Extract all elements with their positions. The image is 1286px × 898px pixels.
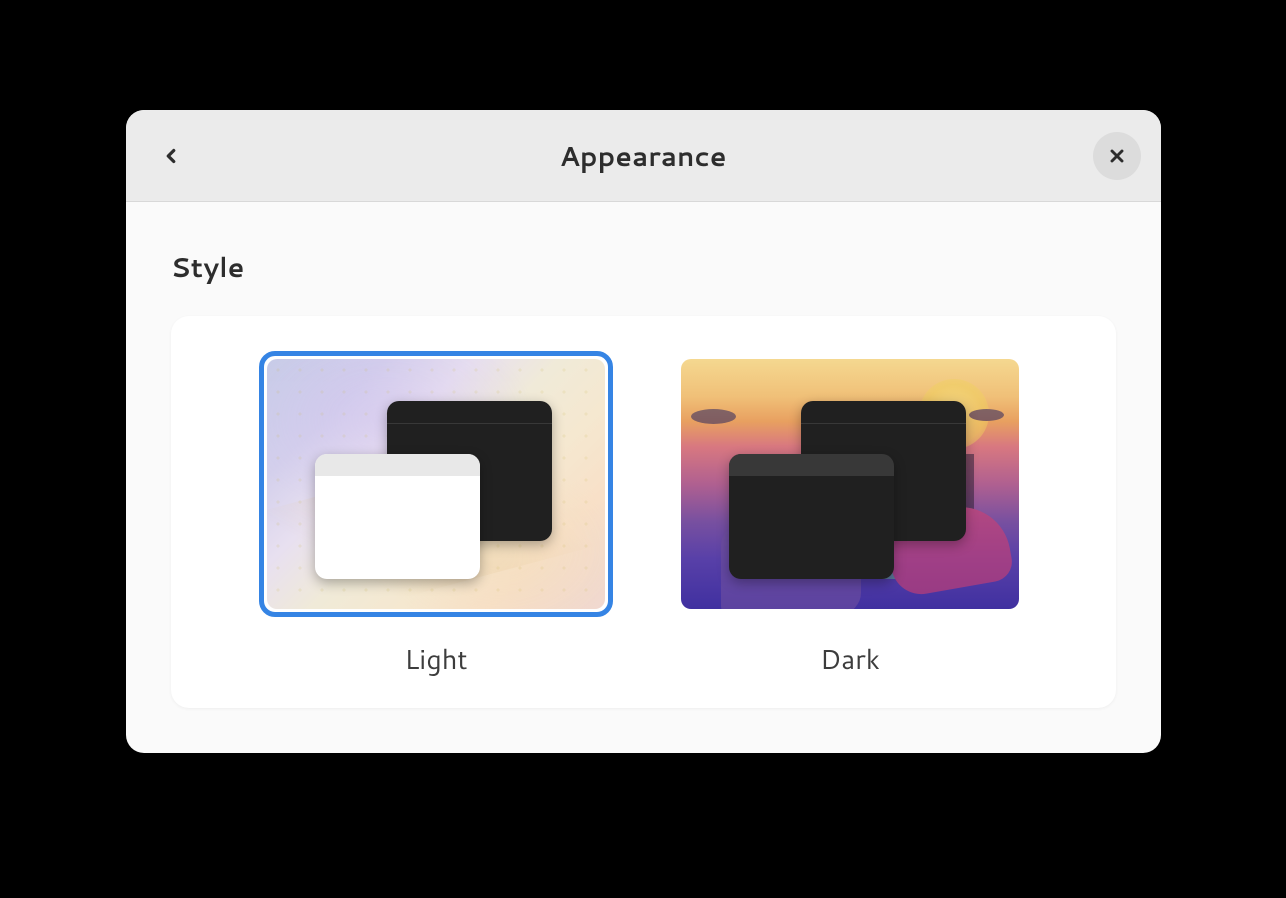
- style-option-light[interactable]: Light: [259, 351, 613, 678]
- section-title-style: Style: [171, 247, 1116, 286]
- chevron-left-icon: [160, 145, 182, 167]
- style-option-dark[interactable]: Dark: [673, 351, 1027, 678]
- light-mock-window-front: [315, 454, 480, 579]
- appearance-settings-window: Appearance Style: [126, 110, 1161, 753]
- close-button[interactable]: [1093, 132, 1141, 180]
- dark-thumbnail: [681, 359, 1019, 609]
- header-bar: Appearance: [126, 110, 1161, 202]
- content-area: Style Light: [126, 202, 1161, 753]
- back-button[interactable]: [146, 131, 196, 181]
- light-option-label: Light: [404, 639, 467, 678]
- dark-thumbnail-frame: [673, 351, 1027, 617]
- page-title: Appearance: [560, 136, 727, 175]
- style-card: Light: [171, 316, 1116, 708]
- dark-mock-window-front: [729, 454, 894, 579]
- close-icon: [1107, 146, 1127, 166]
- light-thumbnail: [267, 359, 605, 609]
- dark-option-label: Dark: [820, 639, 880, 678]
- light-thumbnail-frame: [259, 351, 613, 617]
